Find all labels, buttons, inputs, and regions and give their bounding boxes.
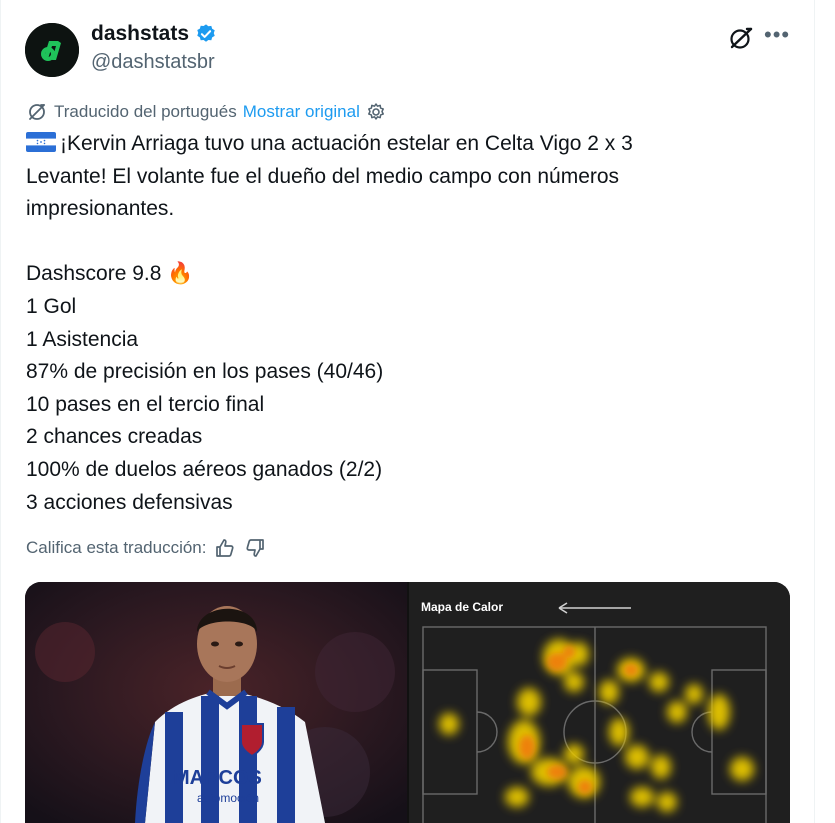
author-name[interactable]: dashstats [91, 22, 189, 46]
heatmap-title: Mapa de Calor [421, 600, 504, 614]
translation-note: Traducido del portugués Mostrar original [26, 101, 386, 123]
tweet-line: 87% de precisión en los pases (40/46) [26, 360, 384, 384]
heatmap-image[interactable]: Mapa de Calor [409, 582, 790, 823]
tweet-line: 3 acciones defensivas [26, 490, 233, 514]
dashstats-logo-icon [25, 23, 79, 77]
rate-translation: Califica esta traducción: [26, 537, 266, 559]
show-original-link[interactable]: Mostrar original [243, 102, 360, 122]
tweet-line: 2 chances creadas [26, 425, 203, 449]
rate-translation-label: Califica esta traducción: [26, 538, 207, 557]
author-name-row[interactable]: dashstats [91, 22, 217, 46]
jersey-sponsor-text: MARCOS [173, 767, 262, 789]
jersey-sponsor-subtext: automoción [197, 791, 259, 805]
media-grid[interactable]: MARCOS automoción Mapa de Calor [25, 582, 790, 823]
tweet-line: 1 Gol [26, 294, 77, 318]
tweet-line: 100% de duelos aéreos ganados (2/2) [26, 457, 383, 481]
translation-label: Traducido del portugués [54, 102, 237, 121]
tweet-line: ¡Kervin Arriaga tuvo una actuación estel… [26, 128, 786, 161]
grok-icon [730, 27, 753, 49]
player-photo-image: MARCOS automoción [25, 582, 407, 823]
tweet-line: 10 pases en el tercio final [26, 392, 265, 416]
honduras-flag-icon [26, 132, 56, 152]
tweet-text: ¡Kervin Arriaga tuvo una actuación estel… [26, 128, 786, 519]
attack-direction-arrow-icon [558, 602, 631, 614]
heat-zones [439, 639, 754, 812]
settings-gear-icon[interactable] [366, 102, 386, 122]
tweet-line: Levante! El volante fue el dueño del med… [26, 164, 620, 188]
tweet-line: impresionantes. [26, 197, 175, 221]
translate-icon [29, 104, 45, 120]
more-icon: ••• [764, 22, 791, 47]
thumbs-up-icon[interactable] [214, 537, 236, 559]
more-options-button[interactable]: ••• [764, 22, 790, 48]
heatmap-graphic [422, 602, 767, 823]
tweet-line: 1 Asistencia [26, 327, 139, 351]
thumbs-down-icon[interactable] [244, 537, 266, 559]
tweet-line: Dashscore 9.8 🔥 [26, 262, 194, 286]
player-photo[interactable]: MARCOS automoción [25, 582, 407, 823]
grok-button[interactable] [727, 24, 755, 52]
author-handle[interactable]: @dashstatsbr [91, 51, 215, 74]
tweet-line-text: ¡Kervin Arriaga tuvo una actuación estel… [60, 132, 633, 155]
avatar[interactable] [25, 23, 79, 77]
verified-badge-icon [197, 24, 215, 42]
